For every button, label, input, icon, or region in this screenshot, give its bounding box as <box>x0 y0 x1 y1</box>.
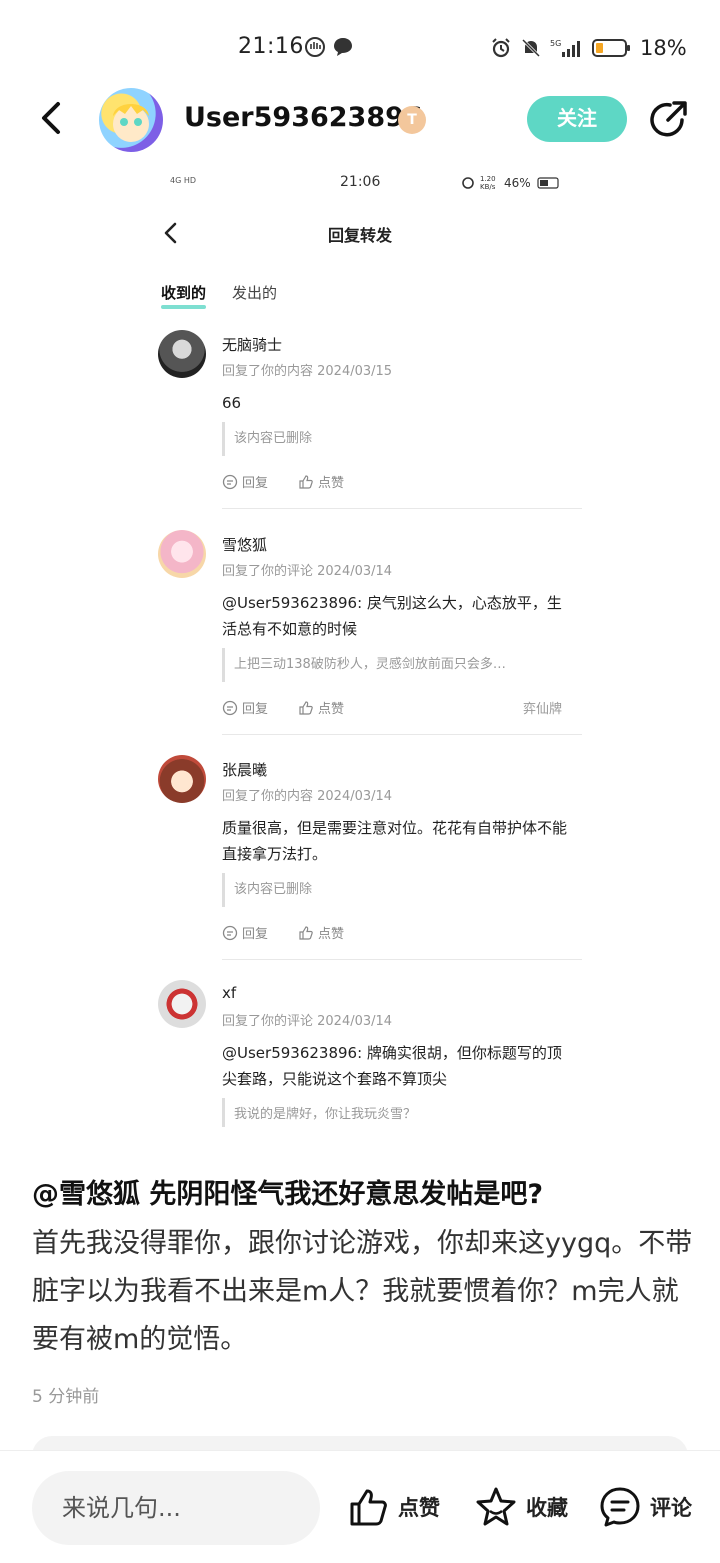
reply-author: 张晨曦 <box>222 761 268 779</box>
embedded-tab-received: 收到的 <box>161 282 207 309</box>
embedded-speed: 1.20 KB/s <box>480 175 496 191</box>
reply-text: @User593623896: 戾气别这么大，心态放平，生活总有不如意的时候 <box>222 594 562 638</box>
reply-author: xf <box>222 984 237 1002</box>
comment-button-label: 评论 <box>650 1496 692 1520</box>
svg-text:5G: 5G <box>550 39 561 48</box>
game-tag: 弈仙牌 <box>522 702 562 717</box>
reply-quote: 我说的是牌好，你让我玩炎雪？ <box>222 1098 572 1127</box>
reply-action-label: 回复 <box>242 927 269 942</box>
reply-avatar <box>158 755 206 803</box>
comment-button[interactable]: 评论 <box>598 1485 692 1529</box>
embedded-reply-item: 雪悠狐 回复了你的评论 2024/03/14 @User593623896: 戾… <box>158 530 582 738</box>
comment-input[interactable] <box>32 1471 320 1545</box>
thumbs-up-icon <box>350 1489 387 1526</box>
post-header: User593623896 T 关注 <box>0 86 720 152</box>
avatar-character-icon <box>113 104 149 142</box>
reply-action-label: 回复 <box>242 702 269 717</box>
divider <box>222 959 582 960</box>
divider <box>222 734 582 735</box>
embedded-signal: 4G HD <box>170 176 197 185</box>
post-title: @雪悠狐 先阴阳怪气我还好意思发帖是吧? <box>32 1179 544 1210</box>
reply-avatar <box>158 980 206 1028</box>
comment-bubble-icon <box>600 1487 640 1527</box>
favorite-button-label: 收藏 <box>526 1496 568 1520</box>
like-button-label: 点赞 <box>398 1496 440 1520</box>
embedded-reply-item: xf 回复了你的评论 2024/03/14 @User593623896: 牌确… <box>158 980 582 1127</box>
like-button[interactable]: 点赞 <box>348 1485 440 1529</box>
reply-quote: 该内容已删除 <box>222 873 572 907</box>
thumbs-up-icon <box>299 474 313 489</box>
reply-text: @User593623896: 牌确实很胡，但你标题写的顶尖套路，只能说这个套路… <box>222 1044 562 1088</box>
embedded-reply-item: 无脑骑士 回复了你的内容 2024/03/15 66 该内容已删除 回复 点赞 <box>158 330 582 510</box>
reply-meta: 回复了你的评论 2024/03/14 <box>222 1014 393 1029</box>
star-icon <box>476 1487 516 1526</box>
embedded-battery-icon <box>537 177 559 189</box>
thumbs-up-icon <box>299 925 313 940</box>
status-time: 21:16 <box>238 34 304 59</box>
embedded-status-bar: 4G HD 21:06 1.20 KB/s 46% <box>150 174 590 194</box>
reply-meta: 回复了你的评论 2024/03/14 <box>222 564 393 579</box>
reply-quote: 上把三动138破防秒人，灵感剑放前面只会多… <box>222 648 572 682</box>
embedded-tab-sent: 发出的 <box>232 284 278 302</box>
reply-text: 66 <box>222 394 242 412</box>
like-action-label: 点赞 <box>318 476 345 491</box>
like-action-label: 点赞 <box>318 702 345 717</box>
embedded-alarm-icon <box>462 177 474 189</box>
favorite-button[interactable]: 收藏 <box>474 1485 568 1529</box>
thumbs-up-icon <box>299 700 313 715</box>
message-icon <box>334 38 352 56</box>
embedded-screenshot: 4G HD 21:06 1.20 KB/s 46% 回复转发 收到的 发出的 无… <box>150 162 590 1127</box>
post-body: 首先我没得罪你，跟你讨论游戏，你却来这yygq。不带脏字以为我看不出来是m人？我… <box>32 1228 693 1355</box>
status-bar: 21:16 5G 18% <box>0 30 720 66</box>
reply-icon <box>222 474 238 489</box>
back-arrow-icon[interactable] <box>32 98 72 138</box>
reply-icon <box>222 700 238 715</box>
reply-action-label: 回复 <box>242 476 269 491</box>
level-badge: T <box>398 106 426 134</box>
like-action-label: 点赞 <box>318 927 345 942</box>
follow-button[interactable]: 关注 <box>527 96 627 142</box>
embedded-time: 21:06 <box>340 174 381 190</box>
gesture-icon <box>305 37 325 57</box>
reply-meta: 回复了你的内容 2024/03/14 <box>222 789 393 804</box>
share-icon[interactable] <box>648 98 690 140</box>
post-timestamp: 5 分钟前 <box>32 1387 100 1407</box>
battery-percent: 18% <box>640 36 687 60</box>
reply-meta: 回复了你的内容 2024/03/15 <box>222 364 393 379</box>
embedded-reply-item: 张晨曦 回复了你的内容 2024/03/14 质量很高，但是需要注意对位。花花有… <box>158 755 582 963</box>
reply-author: 无脑骑士 <box>222 336 283 354</box>
mute-bell-icon <box>521 38 541 58</box>
alarm-icon <box>492 38 510 58</box>
signal-5g-icon: 5G <box>550 39 580 57</box>
reply-avatar <box>158 530 206 578</box>
reply-quote: 该内容已删除 <box>222 422 572 456</box>
reply-author: 雪悠狐 <box>222 536 268 554</box>
author-avatar[interactable] <box>99 88 163 152</box>
reply-text: 质量很高，但是需要注意对位。花花有自带护体不能直接拿万法打。 <box>222 819 568 863</box>
divider <box>222 508 582 509</box>
embedded-page-title: 回复转发 <box>327 226 392 245</box>
author-username[interactable]: User593623896 <box>184 102 423 133</box>
embedded-tabs: 收到的 发出的 <box>161 282 277 309</box>
reply-avatar <box>158 330 206 378</box>
reply-icon <box>222 925 238 940</box>
embedded-battery-text: 46% <box>504 176 531 190</box>
battery-icon <box>592 39 630 57</box>
bottom-action-bar: 点赞 收藏 评论 <box>0 1450 720 1563</box>
